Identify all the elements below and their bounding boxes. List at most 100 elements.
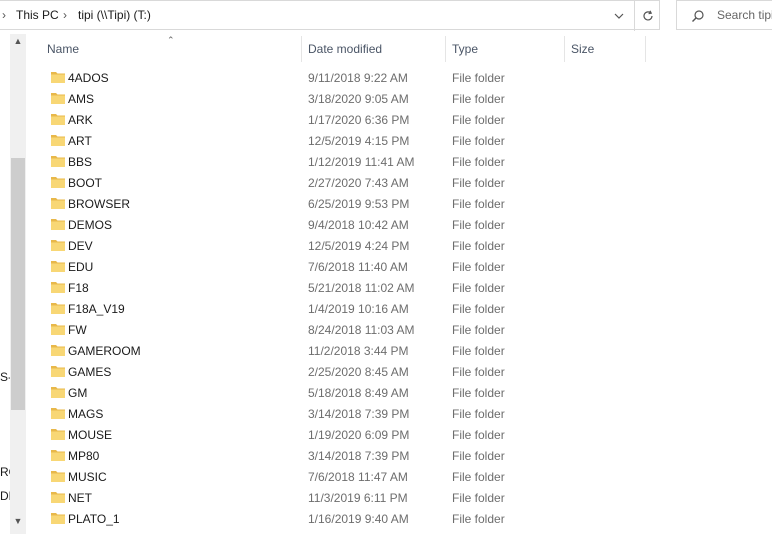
file-name[interactable]: GAMEROOM <box>68 344 141 358</box>
column-header-date-modified[interactable]: Date modified <box>308 42 382 56</box>
breadcrumb-this-pc[interactable]: This PC <box>16 8 59 22</box>
file-date-modified: 3/18/2020 9:05 AM <box>308 92 409 106</box>
file-date-modified: 3/14/2018 7:39 PM <box>308 449 410 463</box>
file-name[interactable]: MUSIC <box>68 470 107 484</box>
file-row[interactable]: GM 5/18/2018 8:49 AM File folder <box>36 383 648 404</box>
nav-item-fragment[interactable]: S-( <box>0 370 10 384</box>
file-name[interactable]: F18A_V19 <box>68 302 125 316</box>
file-type: File folder <box>452 281 505 295</box>
file-list: 4ADOS 9/11/2018 9:22 AM File folder AMS 3/18… <box>36 68 648 530</box>
file-type: File folder <box>452 365 505 379</box>
file-row[interactable]: BOOT 2/27/2020 7:43 AM File folder <box>36 173 648 194</box>
chevron-right-icon[interactable]: › <box>2 8 6 22</box>
file-type: File folder <box>452 92 505 106</box>
column-headers: ⌃ Name Date modified Type Size <box>36 35 648 62</box>
file-type: File folder <box>452 407 505 421</box>
file-date-modified: 7/6/2018 11:40 AM <box>308 260 408 274</box>
file-name[interactable]: MOUSE <box>68 428 112 442</box>
file-name[interactable]: BBS <box>68 155 92 169</box>
folder-icon <box>51 324 65 335</box>
file-date-modified: 11/2/2018 3:44 PM <box>308 344 409 358</box>
refresh-button[interactable] <box>634 1 660 31</box>
file-row[interactable]: GAMES 2/25/2020 8:45 AM File folder <box>36 362 648 383</box>
folder-icon <box>51 114 65 125</box>
column-divider[interactable] <box>445 36 446 62</box>
file-row[interactable]: F18A_V19 1/4/2019 10:16 AM File folder <box>36 299 648 320</box>
nav-item-fragment[interactable]: DE <box>0 489 10 503</box>
folder-icon <box>51 177 65 188</box>
file-date-modified: 9/11/2018 9:22 AM <box>308 71 408 85</box>
file-name[interactable]: EDU <box>68 260 93 274</box>
file-type: File folder <box>452 470 505 484</box>
file-row[interactable]: BROWSER 6/25/2019 9:53 PM File folder <box>36 194 648 215</box>
folder-icon <box>51 219 65 230</box>
file-type: File folder <box>452 491 505 505</box>
column-header-type[interactable]: Type <box>452 42 478 56</box>
file-type: File folder <box>452 176 505 190</box>
file-row[interactable]: MUSIC 7/6/2018 11:47 AM File folder <box>36 467 648 488</box>
file-row[interactable]: MAGS 3/14/2018 7:39 PM File folder <box>36 404 648 425</box>
file-row[interactable]: AMS 3/18/2020 9:05 AM File folder <box>36 89 648 110</box>
column-divider[interactable] <box>564 36 565 62</box>
file-name[interactable]: GAMES <box>68 365 111 379</box>
file-date-modified: 5/21/2018 11:02 AM <box>308 281 415 295</box>
file-row[interactable]: EDU 7/6/2018 11:40 AM File folder <box>36 257 648 278</box>
file-name[interactable]: ARK <box>68 113 93 127</box>
chevron-down-icon <box>614 13 624 19</box>
file-name[interactable]: NET <box>68 491 92 505</box>
file-row[interactable]: FW 8/24/2018 11:03 AM File folder <box>36 320 648 341</box>
folder-icon <box>51 282 65 293</box>
file-row[interactable]: ART 12/5/2019 4:15 PM File folder <box>36 131 648 152</box>
nav-scrollbar[interactable]: ▲ ▼ <box>10 34 26 534</box>
sort-up-icon: ⌃ <box>167 35 175 45</box>
file-row[interactable]: NET 11/3/2019 6:11 PM File folder <box>36 488 648 509</box>
file-row[interactable]: ARK 1/17/2020 6:36 PM File folder <box>36 110 648 131</box>
file-row[interactable]: BBS 1/12/2019 11:41 AM File folder <box>36 152 648 173</box>
file-row[interactable]: DEV 12/5/2019 4:24 PM File folder <box>36 236 648 257</box>
file-name[interactable]: BOOT <box>68 176 102 190</box>
column-header-size[interactable]: Size <box>571 42 594 56</box>
nav-item-fragment[interactable]: RO <box>0 465 10 479</box>
file-row[interactable]: DEMOS 9/4/2018 10:42 AM File folder <box>36 215 648 236</box>
scroll-up-icon[interactable]: ▲ <box>10 36 26 50</box>
file-row[interactable]: MP80 3/14/2018 7:39 PM File folder <box>36 446 648 467</box>
file-name[interactable]: FW <box>68 323 87 337</box>
file-date-modified: 1/12/2019 11:41 AM <box>308 155 415 169</box>
folder-icon <box>51 261 65 272</box>
file-date-modified: 1/4/2019 10:16 AM <box>308 302 409 316</box>
breadcrumb-tipi-drive[interactable]: tipi (\\Tipi) (T:) <box>78 8 151 22</box>
folder-icon <box>51 387 65 398</box>
file-row[interactable]: 4ADOS 9/11/2018 9:22 AM File folder <box>36 68 648 89</box>
folder-icon <box>51 345 65 356</box>
address-dropdown-button[interactable] <box>604 1 634 31</box>
file-name[interactable]: 4ADOS <box>68 71 109 85</box>
file-name[interactable]: DEMOS <box>68 218 112 232</box>
file-name[interactable]: ART <box>68 134 92 148</box>
folder-icon <box>51 240 65 251</box>
file-row[interactable]: F18 5/21/2018 11:02 AM File folder <box>36 278 648 299</box>
file-name[interactable]: DEV <box>68 239 93 253</box>
file-row[interactable]: GAMEROOM 11/2/2018 3:44 PM File folder <box>36 341 648 362</box>
file-name[interactable]: BROWSER <box>68 197 130 211</box>
scroll-down-icon[interactable]: ▼ <box>10 516 26 530</box>
file-date-modified: 9/4/2018 10:42 AM <box>308 218 409 232</box>
file-name[interactable]: MAGS <box>68 407 103 421</box>
search-box[interactable]: Search tipi <box>676 0 772 30</box>
folder-icon <box>51 303 65 314</box>
file-row[interactable]: PLATO_1 1/16/2019 9:40 AM File folder <box>36 509 648 530</box>
file-type: File folder <box>452 134 505 148</box>
file-name[interactable]: GM <box>68 386 87 400</box>
file-row[interactable]: MOUSE 1/19/2020 6:09 PM File folder <box>36 425 648 446</box>
column-divider[interactable] <box>645 36 646 62</box>
file-date-modified: 5/18/2018 8:49 AM <box>308 386 409 400</box>
scrollbar-thumb[interactable] <box>11 158 25 410</box>
file-date-modified: 3/14/2018 7:39 PM <box>308 407 410 421</box>
file-name[interactable]: AMS <box>68 92 94 106</box>
column-header-name[interactable]: Name <box>47 42 79 56</box>
column-divider[interactable] <box>301 36 302 62</box>
file-name[interactable]: PLATO_1 <box>68 512 120 526</box>
address-bar[interactable]: › This PC › tipi (\\Tipi) (T:) <box>0 0 660 31</box>
file-name[interactable]: F18 <box>68 281 89 295</box>
chevron-right-icon[interactable]: › <box>63 8 67 22</box>
file-name[interactable]: MP80 <box>68 449 99 463</box>
